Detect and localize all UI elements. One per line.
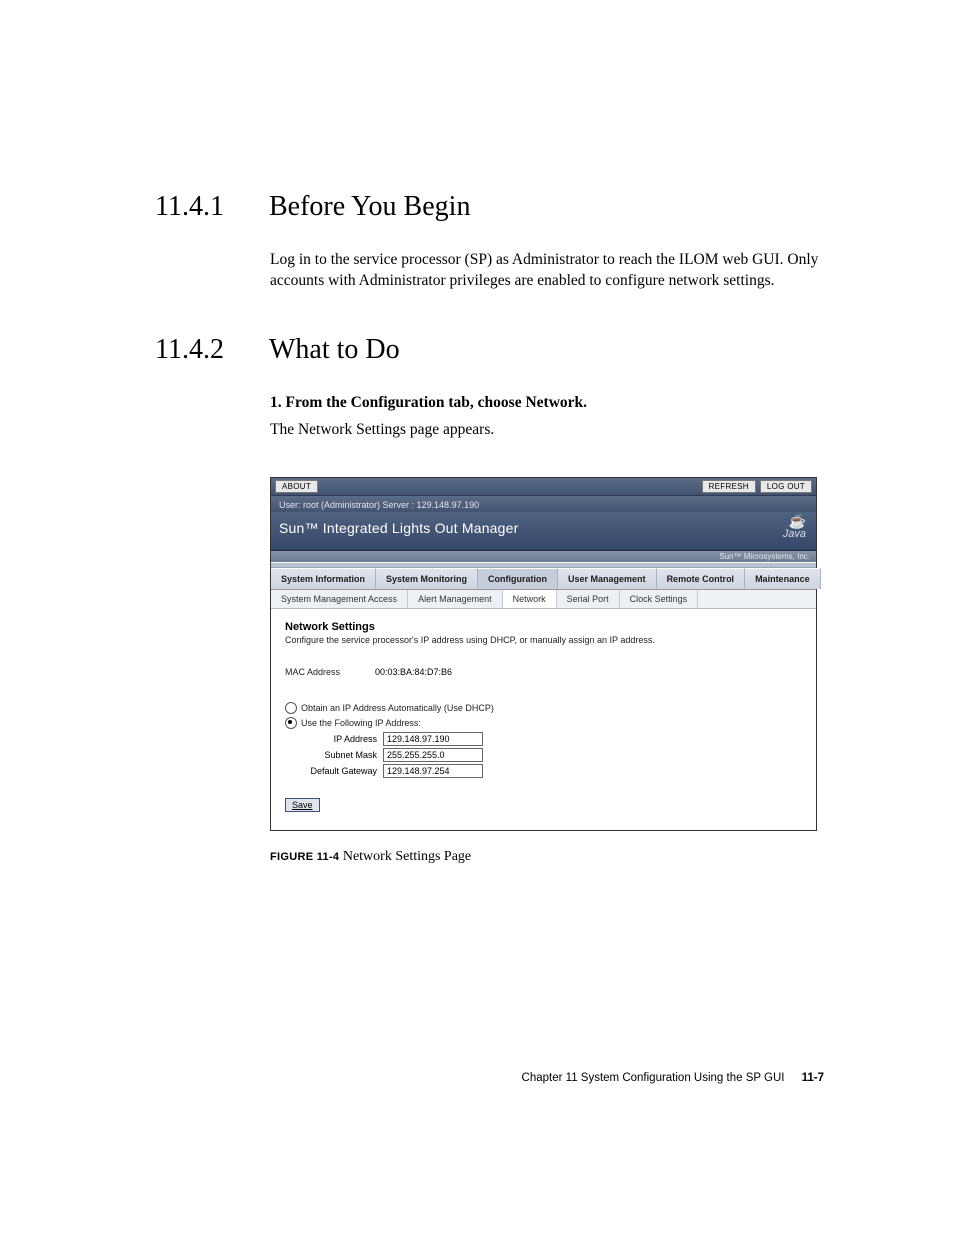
panel-title: Network Settings [285, 621, 802, 633]
save-button[interactable]: Save [285, 798, 320, 812]
radio-static[interactable] [285, 717, 297, 729]
tab-configuration[interactable]: Configuration [478, 568, 558, 589]
about-button[interactable]: ABOUT [275, 480, 318, 493]
content-panel: Network Settings Configure the service p… [271, 609, 816, 830]
footer-chapter: Chapter 11 System Configuration Using th… [522, 1072, 785, 1084]
java-logo: ☕ Java [783, 516, 808, 540]
figure-label: FIGURE 11-4 [270, 851, 339, 863]
ip-input[interactable] [383, 732, 483, 746]
paragraph: Log in to the service processor (SP) as … [270, 250, 824, 292]
primary-tabs: System Information System Monitoring Con… [271, 568, 816, 590]
subnet-row: Subnet Mask [303, 748, 802, 762]
radio-static-row[interactable]: Use the Following IP Address: [285, 717, 802, 729]
ip-address-row: IP Address [303, 732, 802, 746]
section-number: 11.4.1 [155, 190, 233, 224]
mask-input[interactable] [383, 748, 483, 762]
radio-dhcp-row[interactable]: Obtain an IP Address Automatically (Use … [285, 702, 802, 714]
user-server-line: User: root (Administrator) Server : 129.… [271, 496, 816, 512]
radio-dhcp[interactable] [285, 702, 297, 714]
subtab-sma[interactable]: System Management Access [271, 590, 408, 608]
refresh-button[interactable]: REFRESH [702, 480, 756, 493]
mask-label: Subnet Mask [303, 750, 383, 760]
gw-label: Default Gateway [303, 766, 383, 776]
step-1: 1. From the Configuration tab, choose Ne… [270, 393, 824, 441]
section-title: Before You Begin [269, 190, 470, 224]
section-number: 11.4.2 [155, 333, 233, 367]
tab-system-information[interactable]: System Information [271, 568, 376, 589]
gateway-row: Default Gateway [303, 764, 802, 778]
section-title: What to Do [269, 333, 400, 367]
mac-row: MAC Address 00:03:BA:84:D7:B6 [285, 667, 802, 677]
figure-text: Network Settings Page [339, 849, 471, 864]
page-footer: Chapter 11 System Configuration Using th… [522, 1070, 824, 1085]
subtab-network[interactable]: Network [503, 590, 557, 608]
tab-user-management[interactable]: User Management [558, 568, 657, 589]
section-heading-1: 11.4.1 Before You Begin [155, 190, 824, 224]
panel-subtitle: Configure the service processor's IP add… [285, 635, 802, 645]
subtab-serial[interactable]: Serial Port [557, 590, 620, 608]
footer-page: 11-7 [802, 1072, 824, 1084]
embedded-screenshot: ABOUT REFRESH LOG OUT User: root (Admini… [270, 477, 817, 831]
ip-label: IP Address [303, 734, 383, 744]
tab-maintenance[interactable]: Maintenance [745, 568, 821, 589]
logout-button[interactable]: LOG OUT [760, 480, 812, 493]
radio-dhcp-label: Obtain an IP Address Automatically (Use … [301, 703, 494, 713]
section-heading-2: 11.4.2 What to Do [155, 333, 824, 367]
app-title: Sun™ Integrated Lights Out Manager [279, 520, 519, 536]
tab-remote-control[interactable]: Remote Control [657, 568, 746, 589]
gw-input[interactable] [383, 764, 483, 778]
subtab-clock[interactable]: Clock Settings [620, 590, 699, 608]
coffee-icon: ☕ [789, 516, 806, 527]
mac-value: 00:03:BA:84:D7:B6 [375, 667, 452, 677]
top-bar: ABOUT REFRESH LOG OUT [271, 478, 816, 496]
subtab-alert[interactable]: Alert Management [408, 590, 503, 608]
step-instruction: 1. From the Configuration tab, choose Ne… [270, 393, 824, 414]
tab-system-monitoring[interactable]: System Monitoring [376, 568, 478, 589]
secondary-tabs: System Management Access Alert Managemen… [271, 590, 816, 609]
mac-label: MAC Address [285, 667, 375, 677]
radio-static-label: Use the Following IP Address: [301, 718, 421, 728]
step-result: The Network Settings page appears. [270, 420, 824, 441]
title-bar: Sun™ Integrated Lights Out Manager ☕ Jav… [271, 512, 816, 551]
attribution-bar: Sun™ Microsystems, Inc. [271, 551, 816, 562]
java-label: Java [783, 528, 806, 540]
figure-caption: FIGURE 11-4 Network Settings Page [270, 849, 824, 865]
